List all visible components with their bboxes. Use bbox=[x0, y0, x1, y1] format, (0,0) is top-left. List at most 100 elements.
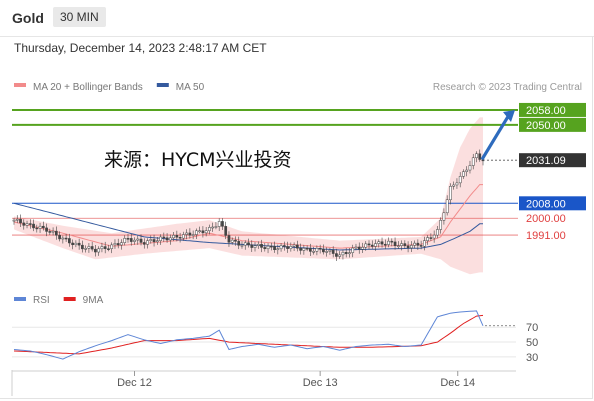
rsi-legend-swatch-0 bbox=[14, 297, 26, 301]
candle bbox=[51, 230, 55, 233]
candle bbox=[325, 251, 329, 253]
candle bbox=[315, 247, 319, 252]
candle bbox=[77, 242, 81, 246]
candle bbox=[178, 237, 182, 239]
candle bbox=[139, 238, 143, 243]
level-label-5: 1991.00 bbox=[526, 230, 566, 242]
candle bbox=[185, 232, 188, 235]
candle bbox=[432, 234, 436, 239]
candle bbox=[309, 248, 312, 252]
candle bbox=[25, 223, 29, 226]
rsi-ma-line bbox=[13, 314, 484, 355]
candle bbox=[175, 234, 179, 238]
candle bbox=[364, 243, 368, 248]
candle bbox=[471, 157, 475, 166]
candle bbox=[292, 244, 296, 247]
candle bbox=[155, 240, 159, 243]
candle bbox=[103, 246, 107, 249]
level-label-4: 2000.00 bbox=[526, 213, 566, 225]
candle bbox=[266, 245, 270, 250]
candle bbox=[338, 254, 342, 257]
candle bbox=[335, 253, 338, 257]
candle bbox=[45, 227, 48, 232]
candle bbox=[107, 248, 110, 250]
x-tick-label-0: Dec 12 bbox=[117, 377, 152, 389]
candle bbox=[191, 234, 195, 236]
candle bbox=[344, 252, 348, 255]
candle bbox=[380, 241, 384, 245]
candle bbox=[423, 240, 426, 247]
candle bbox=[361, 247, 364, 250]
level-label-0: 2058.00 bbox=[526, 105, 566, 117]
candle bbox=[15, 218, 19, 221]
source-annotation: 来源：HYCM兴业投资 bbox=[104, 149, 292, 171]
rsi-legend-label-1: 9MA bbox=[83, 295, 104, 306]
candle bbox=[214, 226, 218, 228]
candle bbox=[126, 238, 130, 240]
candle bbox=[208, 227, 211, 231]
legend-swatch-1 bbox=[156, 83, 169, 87]
candle bbox=[322, 248, 325, 253]
candle bbox=[419, 245, 423, 247]
candle bbox=[90, 246, 94, 250]
legend-label-1: MA 50 bbox=[176, 82, 205, 93]
candle bbox=[302, 248, 306, 251]
candle bbox=[12, 219, 16, 222]
candle bbox=[133, 239, 136, 242]
candle bbox=[221, 221, 224, 227]
candle bbox=[390, 240, 394, 243]
level-label-1: 2050.00 bbox=[526, 120, 566, 132]
candle bbox=[71, 242, 74, 246]
candle bbox=[146, 240, 149, 245]
candle bbox=[54, 230, 58, 236]
candle bbox=[279, 245, 283, 250]
candle bbox=[100, 246, 104, 250]
rsi-legend-swatch-1 bbox=[63, 297, 76, 301]
candle bbox=[328, 249, 332, 252]
candle bbox=[198, 230, 201, 232]
candle bbox=[48, 231, 52, 233]
candle bbox=[136, 238, 140, 241]
x-tick-label-1: Dec 13 bbox=[303, 377, 338, 389]
candle bbox=[211, 226, 215, 229]
candle bbox=[188, 232, 192, 236]
candle bbox=[97, 248, 101, 253]
candle bbox=[396, 245, 400, 247]
candle bbox=[253, 245, 257, 248]
candle bbox=[445, 199, 449, 214]
candle bbox=[413, 242, 416, 246]
legend-swatch-0 bbox=[14, 83, 26, 87]
candle bbox=[403, 243, 407, 247]
candle bbox=[351, 247, 355, 253]
candle bbox=[452, 184, 456, 187]
candle bbox=[299, 247, 302, 251]
candle bbox=[289, 246, 293, 249]
candle bbox=[305, 248, 309, 250]
research-credit: Research © 2023 Trading Central bbox=[433, 82, 582, 93]
candle bbox=[256, 244, 260, 246]
candle bbox=[341, 252, 345, 256]
candle bbox=[116, 243, 120, 246]
candle bbox=[64, 237, 68, 240]
candle bbox=[282, 245, 286, 247]
candle bbox=[263, 247, 267, 250]
candle bbox=[462, 171, 465, 177]
candle bbox=[129, 238, 133, 242]
candle bbox=[416, 242, 420, 246]
price-chart[interactable]: Research © 2023 Trading Central MA 20 + B… bbox=[0, 0, 594, 401]
candle bbox=[406, 245, 410, 249]
candle bbox=[182, 234, 185, 239]
rsi-line bbox=[13, 310, 484, 360]
candle bbox=[273, 246, 276, 250]
candle bbox=[41, 225, 45, 229]
candle bbox=[230, 239, 234, 243]
candle bbox=[224, 226, 228, 236]
candle bbox=[61, 237, 65, 240]
candle bbox=[234, 239, 237, 242]
candle bbox=[19, 218, 22, 224]
candle bbox=[478, 153, 482, 160]
candle bbox=[383, 243, 387, 246]
candle bbox=[468, 165, 472, 171]
candle bbox=[81, 244, 84, 250]
candle bbox=[458, 176, 462, 184]
